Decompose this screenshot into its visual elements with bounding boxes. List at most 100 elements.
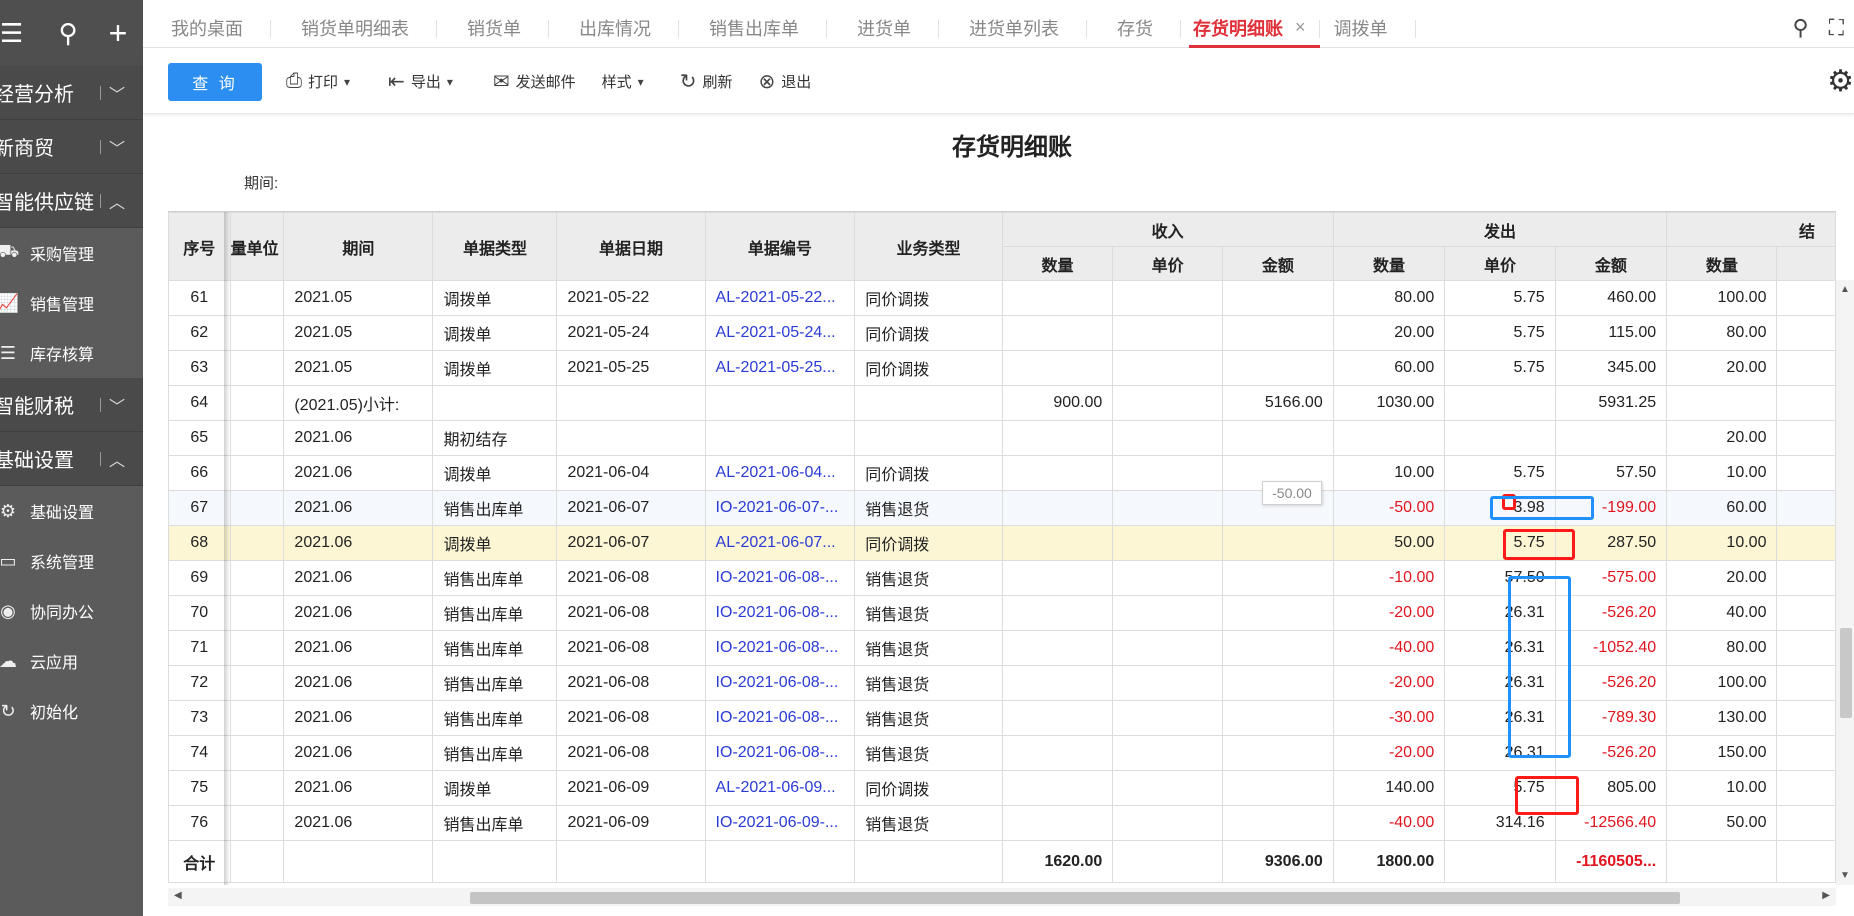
tab-sales-detail[interactable]: 销货单明细表 <box>271 8 437 48</box>
table-row[interactable]: 69 2021.06 销售出库单 2021-06-08 IO-2021-06-08-..… <box>168 560 1836 596</box>
sidebar-item-purchase[interactable]: ⛟ 采购管理 <box>0 228 143 278</box>
header-out-price[interactable]: 单价 <box>1444 246 1556 281</box>
table-row[interactable]: 70 2021.06 销售出库单 2021-06-08 IO-2021-06-08-..… <box>168 595 1836 631</box>
table-row[interactable]: 64 (2021.05)小计: 900.00 5166.00 1030.00 5931.2… <box>168 385 1836 421</box>
cell-no[interactable]: IO-2021-06-08-... <box>704 595 856 631</box>
table-row[interactable]: 63 2021.05 调拨单 2021-05-25 AL-2021-05-25... 同价… <box>168 350 1836 386</box>
cell-no[interactable]: AL-2021-06-07... <box>704 525 856 561</box>
plus-icon[interactable]: + <box>94 0 142 66</box>
sidebar-item-system[interactable]: ▭ 系统管理 <box>0 536 143 586</box>
cell-no[interactable] <box>704 420 856 456</box>
sidebar-group-basic[interactable]: 基础设置 ︿ <box>0 432 143 486</box>
cell-empty <box>229 350 285 386</box>
scroll-up-icon[interactable]: ▲ <box>1840 284 1850 295</box>
table-row[interactable]: 75 2021.06 调拨单 2021-06-09 AL-2021-06-09... 同价… <box>168 770 1836 806</box>
tab-sales-outbound[interactable]: 销售出库单 <box>679 8 827 48</box>
table-row[interactable]: 71 2021.06 销售出库单 2021-06-08 IO-2021-06-08-..… <box>168 630 1836 666</box>
header-out-qty[interactable]: 数量 <box>1332 246 1446 281</box>
cell-no[interactable]: IO-2021-06-08-... <box>704 665 856 701</box>
horizontal-scroll-thumb[interactable] <box>470 892 1680 904</box>
tab-purchase-order[interactable]: 进货单 <box>827 8 939 48</box>
cell-out-amt: -789.30 <box>1554 700 1668 736</box>
search-icon[interactable]: ⚲ <box>1792 15 1808 41</box>
header-out-amount[interactable]: 金额 <box>1554 246 1668 281</box>
sidebar-group-finance[interactable]: 智能财税 ﹀ <box>0 378 143 432</box>
vertical-scrollbar[interactable]: ▲ ▼ <box>1836 280 1854 885</box>
cell-empty <box>1776 735 1836 771</box>
header-period[interactable]: 期间 <box>283 212 434 281</box>
header-bal-qty[interactable]: 数量 <box>1666 246 1778 281</box>
header-seq[interactable]: 序号 <box>168 212 231 281</box>
cell-no[interactable]: AL-2021-05-24... <box>704 315 856 351</box>
sidebar-group-analysis[interactable]: 经营分析 ﹀ <box>0 66 143 120</box>
table-row[interactable]: 73 2021.06 销售出库单 2021-06-08 IO-2021-06-08-..… <box>168 700 1836 736</box>
cell-no[interactable]: AL-2021-06-04... <box>704 455 856 491</box>
sidebar-item-basic-settings[interactable]: ⚙ 基础设置 <box>0 486 143 536</box>
cell-bal-qty: 130.00 <box>1666 700 1778 736</box>
export-button[interactable]: ⇤ 导出 ▾ <box>388 69 453 94</box>
tab-purchase-list[interactable]: 进货单列表 <box>939 8 1087 48</box>
tab-desktop[interactable]: 我的桌面 <box>143 8 271 48</box>
cell-no[interactable] <box>704 385 856 421</box>
table-row[interactable]: 76 2021.06 销售出库单 2021-06-09 IO-2021-06-09-..… <box>168 805 1836 841</box>
cell-date: 2021-05-25 <box>556 350 706 386</box>
scroll-down-icon[interactable]: ▼ <box>1840 870 1850 881</box>
cell-no[interactable]: IO-2021-06-08-... <box>704 700 856 736</box>
header-in-qty[interactable]: 数量 <box>1001 246 1114 281</box>
tab-sales-order[interactable]: 销货单 <box>437 8 549 48</box>
exit-button[interactable]: ⊗ 退出 <box>758 69 811 94</box>
sidebar-group-trade[interactable]: 新商贸 ﹀ <box>0 120 143 174</box>
table-row[interactable]: 62 2021.05 调拨单 2021-05-24 AL-2021-05-24... 同价… <box>168 315 1836 351</box>
header-in-price[interactable]: 单价 <box>1112 246 1224 281</box>
header-bal-price[interactable] <box>1776 246 1836 281</box>
sidebar-item-sales[interactable]: 📈 销售管理 <box>0 278 143 328</box>
search-icon[interactable]: ⚲ <box>44 0 92 66</box>
scroll-left-icon[interactable]: ◀ <box>174 890 182 901</box>
cell-no[interactable]: IO-2021-06-07-... <box>704 490 856 526</box>
sidebar-item-collab[interactable]: ◉ 协同办公 <box>0 586 143 636</box>
query-button[interactable]: 查 询 <box>168 62 262 101</box>
cell-no[interactable]: AL-2021-05-22... <box>704 280 856 316</box>
table-row[interactable]: 72 2021.06 销售出库单 2021-06-08 IO-2021-06-08-..… <box>168 665 1836 701</box>
tab-inventory[interactable]: 存货 <box>1087 8 1181 48</box>
cell-no[interactable]: AL-2021-05-25... <box>704 350 856 386</box>
tab-inventory-ledger[interactable]: 存货明细账 × <box>1181 8 1320 48</box>
cell-type: 调拨单 <box>432 770 558 806</box>
close-icon[interactable]: × <box>1295 17 1306 38</box>
refresh-button[interactable]: ↻ 刷新 <box>680 69 733 94</box>
scroll-right-icon[interactable]: ▶ <box>1822 890 1830 901</box>
table-row[interactable]: 68 2021.06 调拨单 2021-06-07 AL-2021-06-07... 同价… <box>168 525 1836 561</box>
cell-no[interactable]: IO-2021-06-08-... <box>704 560 856 596</box>
header-biz-type[interactable]: 业务类型 <box>854 212 1003 281</box>
gear-icon[interactable]: ⚙ <box>1827 64 1854 99</box>
header-unit[interactable]: 量单位 <box>229 212 285 281</box>
cell-no[interactable]: IO-2021-06-09-... <box>704 805 856 841</box>
horizontal-scrollbar[interactable]: ◀ ▶ <box>168 888 1836 906</box>
send-email-button[interactable]: ✉ 发送邮件 <box>493 69 576 94</box>
style-button[interactable]: 样式 ▾ <box>602 71 644 92</box>
header-doc-date[interactable]: 单据日期 <box>556 212 706 281</box>
fullscreen-icon[interactable]: ⛶ <box>1829 15 1844 41</box>
tab-outbound-status[interactable]: 出库情况 <box>549 8 679 48</box>
print-button[interactable]: ⎙ 打印 ▾ <box>286 70 350 93</box>
header-doc-type[interactable]: 单据类型 <box>432 212 558 281</box>
header-in-amount[interactable]: 金额 <box>1222 246 1334 281</box>
table-row[interactable]: 74 2021.06 销售出库单 2021-06-08 IO-2021-06-08-..… <box>168 735 1836 771</box>
cell-out-amt: -526.20 <box>1554 595 1668 631</box>
cell-no[interactable]: AL-2021-06-09... <box>704 770 856 806</box>
sidebar-item-inventory[interactable]: ☰ 库存核算 <box>0 328 143 378</box>
sidebar-group-supply[interactable]: 智能供应链 ︿ <box>0 174 143 228</box>
table-row[interactable]: 67 2021.06 销售出库单 2021-06-07 IO-2021-06-07-..… <box>168 490 1836 526</box>
table-row[interactable]: 66 2021.06 调拨单 2021-06-04 AL-2021-06-04... 同价… <box>168 455 1836 491</box>
cell-no[interactable]: IO-2021-06-08-... <box>704 735 856 771</box>
vertical-scroll-thumb[interactable] <box>1840 628 1852 718</box>
cell-no[interactable]: IO-2021-06-08-... <box>704 630 856 666</box>
tab-label: 调拨单 <box>1333 18 1388 39</box>
menu-icon[interactable]: ☰ <box>0 0 30 66</box>
sidebar-item-cloud[interactable]: ☁ 云应用 <box>0 636 143 686</box>
table-row[interactable]: 65 2021.06 期初结存 20.00 <box>168 420 1836 456</box>
sidebar-item-init[interactable]: ↻ 初始化 <box>0 686 143 736</box>
tab-transfer[interactable]: 调拨单 <box>1320 8 1416 48</box>
table-row[interactable]: 61 2021.05 调拨单 2021-05-22 AL-2021-05-22... 同价… <box>168 280 1836 316</box>
header-doc-no[interactable]: 单据编号 <box>704 212 856 281</box>
